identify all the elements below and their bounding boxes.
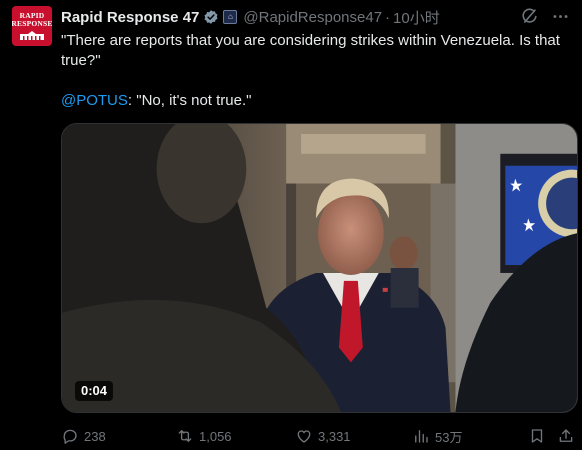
share-button[interactable] bbox=[557, 425, 575, 447]
views-count: 53万 bbox=[435, 429, 463, 445]
like-count: 3,331 bbox=[318, 428, 351, 444]
repost-icon bbox=[178, 430, 192, 442]
tweet-reply-line: @POTUS: "No, it's not true." bbox=[61, 91, 576, 111]
author-name[interactable]: Rapid Response 47 bbox=[61, 9, 199, 26]
avatar-text-line2: RESPONSE bbox=[12, 19, 52, 28]
bookmark-icon bbox=[531, 429, 543, 443]
action-bar: 238 1,056 3,331 53万 bbox=[61, 425, 578, 447]
mention-link[interactable]: @POTUS bbox=[61, 92, 128, 109]
video-timecode: 0:04 bbox=[75, 381, 114, 401]
reply-icon bbox=[63, 429, 77, 444]
tweet-header: Rapid Response 47 ⌂ @RapidResponse47 · 1… bbox=[61, 6, 570, 28]
reply-button[interactable]: 238 bbox=[61, 425, 106, 447]
bookmark-button[interactable] bbox=[528, 425, 546, 447]
tweet-text: "There are reports that you are consider… bbox=[61, 31, 576, 111]
tweet-reply-text: : "No, it's not true." bbox=[127, 92, 252, 109]
reply-count: 238 bbox=[84, 428, 106, 444]
post-time[interactable]: 10小时 bbox=[393, 7, 440, 28]
tweet-quote: "There are reports that you are consider… bbox=[61, 32, 560, 69]
like-button[interactable]: 3,331 bbox=[295, 425, 351, 447]
author-handle[interactable]: @RapidResponse47 bbox=[243, 9, 382, 26]
grok-icon[interactable] bbox=[520, 7, 539, 26]
views-icon bbox=[415, 430, 428, 443]
more-icon[interactable] bbox=[551, 7, 570, 26]
views-button[interactable]: 53万 bbox=[412, 425, 462, 447]
separator-dot: · bbox=[385, 8, 391, 26]
government-affiliation-icon[interactable]: ⌂ bbox=[223, 10, 238, 24]
verified-badge-icon[interactable] bbox=[203, 9, 219, 25]
repost-button[interactable]: 1,056 bbox=[176, 425, 232, 447]
avatar[interactable]: RAPID RESPONSE bbox=[12, 6, 52, 46]
video-frame bbox=[62, 124, 577, 412]
white-house-icon bbox=[20, 31, 44, 40]
repost-count: 1,056 bbox=[199, 428, 232, 444]
video-player[interactable]: 0:04 bbox=[61, 123, 578, 413]
like-icon bbox=[297, 430, 311, 443]
share-icon bbox=[559, 429, 573, 442]
